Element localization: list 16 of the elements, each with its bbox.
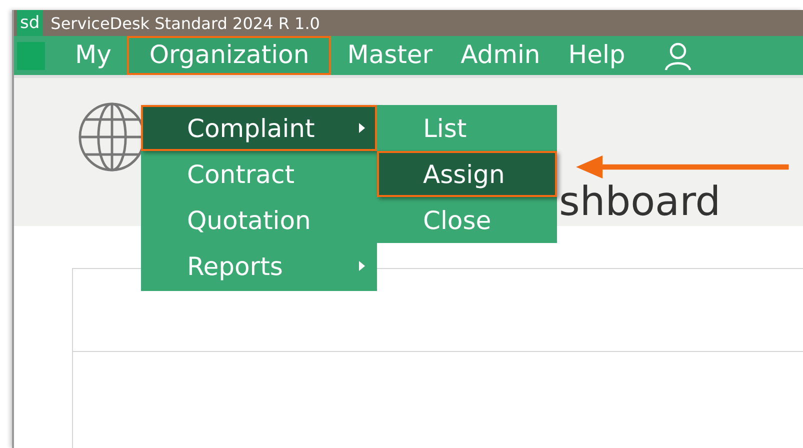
menu-item[interactable]: My — [63, 36, 124, 75]
menu-item[interactable]: Contract — [141, 151, 377, 197]
menu-item[interactable]: Quotation — [141, 197, 377, 243]
menu-item[interactable]: Close — [377, 197, 557, 243]
menu-item[interactable]: List — [377, 105, 557, 151]
app-logo: sd — [17, 10, 43, 36]
menu-item[interactable]: Complaint — [141, 105, 377, 151]
page-title: shboard — [559, 180, 721, 224]
menu-item[interactable]: Help — [556, 36, 638, 75]
menu-item[interactable]: Reports — [141, 243, 377, 289]
menu-item[interactable]: Master — [335, 36, 445, 75]
menu-item[interactable]: Admin — [448, 36, 552, 75]
window-title: ServiceDesk Standard 2024 R 1.0 — [50, 14, 320, 32]
menu-item[interactable]: Assign — [377, 151, 557, 197]
user-icon[interactable] — [663, 40, 694, 70]
menu-item[interactable]: Organization — [127, 36, 332, 75]
